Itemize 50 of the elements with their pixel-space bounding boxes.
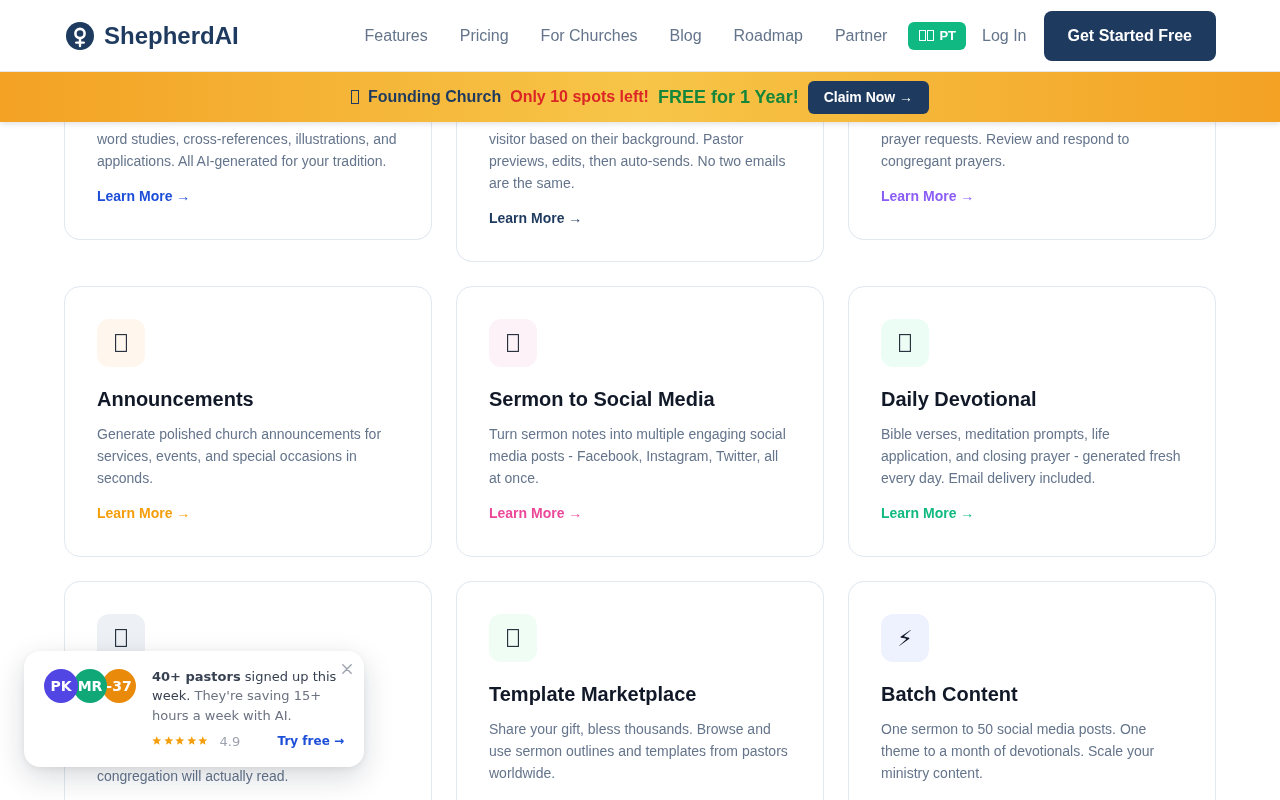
try-free-link[interactable]: Try free → <box>277 734 344 748</box>
card-title: Announcements <box>97 387 254 411</box>
card-title: Sermon to Social Media <box>489 387 715 411</box>
card-description: word studies, cross-references, illustrations, and applications. All AI-generated for your tradition. <box>97 130 398 171</box>
learn-more-link[interactable]: Learn More → <box>489 502 583 524</box>
login-link[interactable]: Log In <box>982 25 1027 46</box>
card-title: Daily Devotional <box>881 387 1037 411</box>
avatar: -37 <box>102 668 136 703</box>
logo-link[interactable]: ShepherdAI <box>66 21 239 50</box>
toast-message: 40+ pastors signed up this week. They're saving 15+ hours a week with AI. <box>152 667 338 725</box>
learn-more-link[interactable]: Learn More → <box>881 185 975 207</box>
avatar: MR <box>73 668 107 703</box>
close-button[interactable] <box>342 663 352 674</box>
card-description: Share your gift, bless thousands. Browse and use sermon outlines and templates from pastors worldwide. <box>489 720 789 783</box>
nav-link[interactable]: Partner <box>834 25 888 46</box>
card-description: Turn sermon notes into multiple engaging social media posts - Facebook, Instagram, Twitter, all at once. <box>489 425 787 488</box>
offer-text: FREE for 1 Year! <box>657 86 799 108</box>
star-icon <box>175 736 185 746</box>
missing-glyph-icon <box>350 90 359 104</box>
card-description: visitor based on their background. Pastor previews, edits, then auto-sends. No two emails are the same. <box>489 130 787 193</box>
language-button[interactable]: PT <box>908 21 967 50</box>
claim-button[interactable]: Claim Now → <box>807 80 930 114</box>
star-icon <box>163 736 173 746</box>
card-description: congregation will actually read. <box>97 768 289 784</box>
close-icon <box>342 663 352 674</box>
star-icon <box>198 736 208 746</box>
logo-icon <box>66 21 94 50</box>
missing-glyph-icon <box>919 30 935 41</box>
nav-link[interactable]: Blog <box>669 25 702 46</box>
learn-more-link[interactable]: Learn More → <box>881 502 975 524</box>
nav-link[interactable]: For Churches <box>540 25 638 46</box>
card-description: One sermon to 50 social media posts. One theme to a month of devotionals. Scale your ministry content. <box>881 720 1156 783</box>
get-started-button[interactable]: Get Started Free <box>1043 10 1216 61</box>
nav-link[interactable]: Features <box>364 25 428 46</box>
nav-link[interactable]: Pricing <box>459 25 509 46</box>
spots-left-text: Only 10 spots left! <box>510 87 649 107</box>
learn-more-link[interactable]: Learn More → <box>97 185 191 207</box>
card-description: Bible verses, meditation prompts, life application, and closing prayer - generated fresh every day. Email delivery included. <box>881 425 1182 488</box>
star-icon <box>186 736 196 746</box>
lightning-icon: ⚡ <box>881 614 929 662</box>
star-icon <box>152 736 162 746</box>
rating-value: 4.9 <box>219 733 241 749</box>
card-description: prayer requests. Review and respond to congregant prayers. <box>881 130 1131 171</box>
card-description: Generate polished church announcements for services, events, and special occasions in seconds. <box>97 425 383 488</box>
card-title: Template Marketplace <box>489 682 697 706</box>
nav-link[interactable]: Roadmap <box>733 25 803 46</box>
avatar: PK <box>44 668 78 703</box>
card-title: Batch Content <box>881 682 1018 706</box>
learn-more-link[interactable]: Learn More → <box>489 207 583 229</box>
banner-title: Founding Church <box>367 87 502 107</box>
